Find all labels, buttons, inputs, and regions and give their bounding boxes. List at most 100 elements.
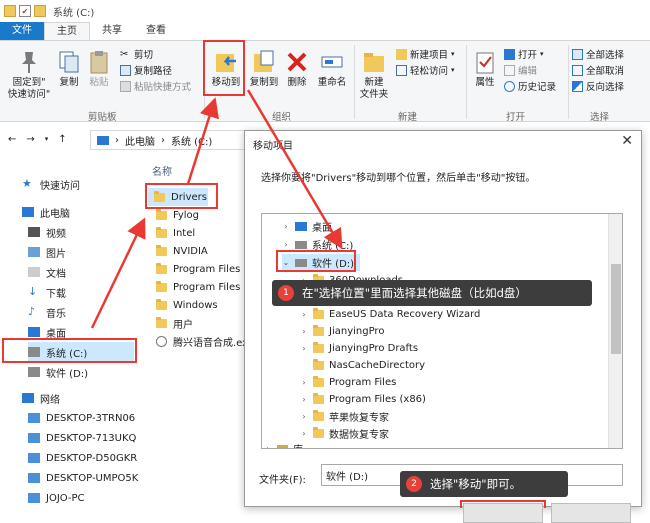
properties-quick-icon[interactable]: ✔	[19, 5, 31, 17]
file-item[interactable]: Intel	[148, 224, 195, 242]
tree-item[interactable]: › EaseUS Data Recovery Wizard	[300, 306, 480, 323]
copy-to-button[interactable]: 复制到	[246, 49, 282, 89]
new-folder-icon	[364, 53, 384, 72]
tab-view[interactable]: 查看	[134, 22, 178, 40]
copy-button[interactable]: 复制	[56, 49, 82, 89]
nav-label: 视频	[46, 228, 66, 240]
nav-drive-d[interactable]: 软件 (D:)	[28, 362, 88, 382]
nav-label: 快速访问	[40, 180, 80, 192]
nav-videos[interactable]: 视频	[28, 222, 66, 242]
easy-access-button[interactable]: 轻松访问 ▾	[396, 63, 455, 77]
tree-item[interactable]: NasCacheDirectory	[300, 357, 425, 374]
delete-button[interactable]: 删除	[284, 49, 310, 89]
paste-button[interactable]: 粘贴	[86, 49, 112, 89]
tab-home[interactable]: 主页	[44, 22, 90, 40]
new-group-label: 新建	[398, 112, 418, 123]
file-item[interactable]: Windows	[148, 296, 218, 314]
breadcrumb-drive[interactable]: 系统 (C:)	[171, 133, 212, 148]
file-item[interactable]: 用户	[148, 314, 193, 332]
copy-to-icon	[254, 50, 274, 72]
nav-network[interactable]: 网络	[22, 388, 60, 408]
file-item[interactable]: 腾兴语音合成.ex	[148, 332, 248, 350]
folder-icon	[156, 298, 167, 310]
copy-path-button[interactable]: 复制路径	[120, 63, 172, 77]
invert-selection-button[interactable]: 反向选择	[572, 79, 624, 93]
expand-chevron-icon[interactable]: ›	[264, 444, 272, 448]
nav-pictures[interactable]: 图片	[28, 242, 66, 262]
expand-chevron-icon[interactable]: ›	[300, 378, 308, 387]
tree-item-library[interactable]: ›库	[264, 440, 303, 448]
file-item[interactable]: Program Files	[148, 260, 240, 278]
select-none-button[interactable]: 全部取消	[572, 63, 624, 77]
tree-label: JianyingPro Drafts	[329, 343, 419, 354]
edit-icon	[504, 64, 515, 76]
nav-downloads[interactable]: ↓ 下载	[28, 282, 66, 302]
tab-file[interactable]: 文件	[0, 22, 44, 40]
file-item[interactable]: Program Files (	[148, 278, 247, 296]
nav-computer-1[interactable]: DESKTOP-3TRN06	[28, 408, 135, 428]
new-folder-quick-icon[interactable]	[34, 5, 46, 17]
expand-chevron-icon[interactable]: ›	[282, 240, 290, 249]
organize-group-label: 组织	[272, 112, 292, 123]
tree-item[interactable]: › Program Files (x86)	[300, 391, 426, 408]
new-folder-button[interactable]: 新建 文件夹	[358, 49, 390, 101]
paste-shortcut-button[interactable]: 粘贴快捷方式	[120, 79, 191, 93]
highlight-drive-c	[2, 338, 137, 363]
close-icon[interactable]: ✕	[621, 133, 633, 149]
tab-share[interactable]: 共享	[90, 22, 134, 40]
tree-item[interactable]: › 苹果恢复专家	[300, 408, 389, 425]
recent-dropdown-icon[interactable]: ▾	[45, 135, 49, 143]
pin-quick-access-button[interactable]: 固定到" 快速访问"	[6, 49, 52, 101]
breadcrumb-chevron-icon: ›	[161, 134, 165, 146]
open-icon	[504, 48, 515, 60]
nav-computer-4[interactable]: DESKTOP-UMPO5K	[28, 468, 138, 488]
properties-button[interactable]: 属性	[470, 49, 500, 89]
nav-computer-2[interactable]: DESKTOP-713UKQ	[28, 428, 136, 448]
up-icon[interactable]: ↑	[58, 134, 66, 145]
nav-this-pc[interactable]: 此电脑	[22, 202, 70, 222]
paste-label: 粘贴	[89, 77, 109, 88]
column-header-name[interactable]: 名称	[152, 163, 172, 178]
file-item[interactable]: NVIDIA	[148, 242, 208, 260]
folder-icon	[313, 376, 324, 387]
tree-item-desktop[interactable]: › 桌面	[282, 218, 332, 235]
tree-item[interactable]: › 数据恢复专家	[300, 425, 389, 442]
tree-scrollbar[interactable]	[608, 214, 622, 448]
dropdown-icon: ▾	[451, 66, 455, 74]
nav-quick-access[interactable]: ★ 快速访问	[22, 174, 80, 194]
cut-button[interactable]: ✂ 剪切	[120, 47, 154, 62]
expand-chevron-icon[interactable]: ›	[300, 429, 308, 438]
expand-chevron-icon[interactable]: ›	[300, 327, 308, 336]
expand-chevron-icon[interactable]: ›	[300, 344, 308, 353]
breadcrumb-this-pc[interactable]: 此电脑	[125, 133, 155, 148]
select-all-button[interactable]: 全部选择	[572, 47, 624, 61]
cancel-button[interactable]	[551, 503, 631, 523]
rename-button[interactable]: 重命名	[314, 49, 350, 89]
expand-chevron-icon[interactable]: ›	[300, 395, 308, 404]
tree-item[interactable]: › JianyingPro Drafts	[300, 340, 418, 357]
nav-computer-3[interactable]: DESKTOP-D50GKR	[28, 448, 137, 468]
new-item-button[interactable]: 新建项目 ▾	[396, 47, 455, 61]
document-icon	[28, 267, 40, 277]
pc-icon	[22, 207, 34, 217]
back-icon[interactable]: ←	[8, 134, 16, 145]
history-button[interactable]: 历史记录	[504, 79, 556, 93]
open-label: 打开	[518, 50, 538, 61]
cut-label: 剪切	[134, 50, 154, 61]
open-button[interactable]: 打开 ▾	[504, 47, 544, 61]
scrollbar-thumb[interactable]	[611, 264, 621, 354]
nav-documents[interactable]: 文档	[28, 262, 66, 282]
folder-icon	[156, 262, 167, 274]
tree-item[interactable]: › Program Files	[300, 374, 396, 391]
expand-chevron-icon[interactable]: ›	[282, 222, 290, 231]
nav-music[interactable]: ♪ 音乐	[28, 302, 66, 322]
tree-item[interactable]: › JianyingPro	[300, 323, 384, 340]
address-bar[interactable]: › 此电脑 › 系统 (C:)	[90, 130, 250, 150]
expand-chevron-icon[interactable]: ›	[300, 412, 308, 421]
expand-chevron-icon[interactable]: ›	[300, 310, 308, 319]
edit-button[interactable]: 编辑	[504, 63, 537, 77]
nav-computer-5[interactable]: JOJO-PC	[28, 488, 85, 508]
folder-tree[interactable]: ›桌面 ›系统 (C:) ⌄软件 (D:) ›360Downloads ›Eas…	[261, 213, 623, 449]
forward-icon[interactable]: →	[26, 134, 34, 145]
folder-icon	[313, 393, 324, 404]
